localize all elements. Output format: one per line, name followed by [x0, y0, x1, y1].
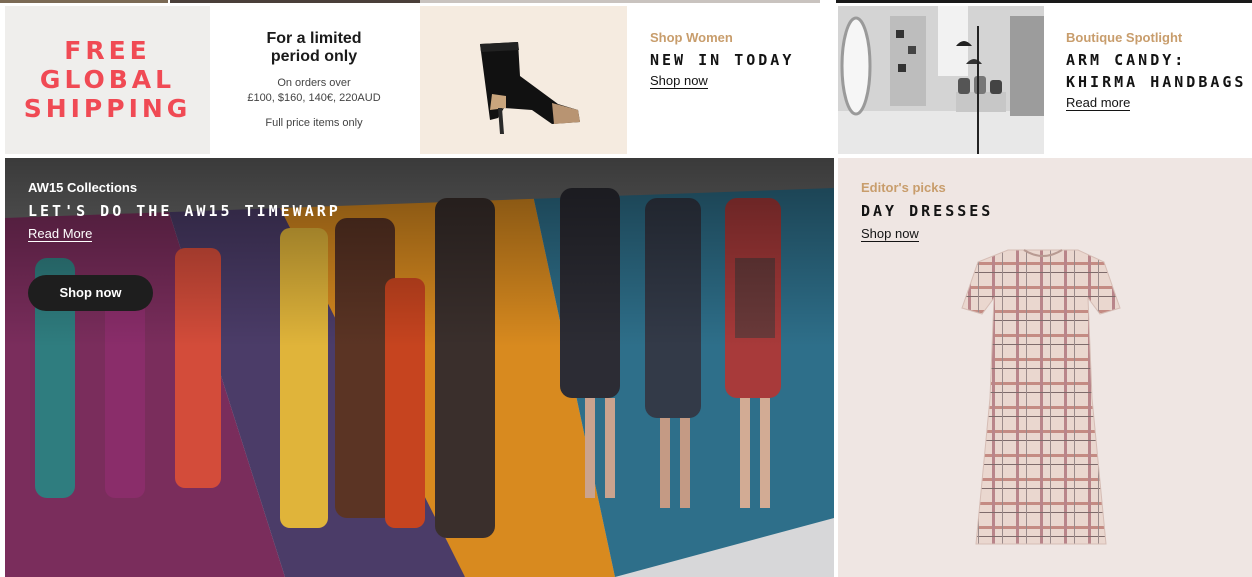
boutique-read-more-link[interactable]: Read more: [1066, 96, 1131, 111]
new-in-shop-link[interactable]: Shop now: [650, 74, 708, 89]
boutique-headline: ARM CANDY: KHIRMA HANDBAGS: [1066, 51, 1247, 91]
free-shipping-banner[interactable]: FREE GLOBAL SHIPPING: [5, 6, 210, 154]
free-shipping-text: FREE GLOBAL SHIPPING: [23, 36, 192, 123]
plaid-dress-illustration: [961, 249, 1121, 545]
new-in-headline: NEW IN TODAY: [650, 51, 795, 69]
new-in-today-panel[interactable]: Shop Women NEW IN TODAY Shop now: [628, 6, 836, 154]
boutique-spotlight-panel[interactable]: Boutique Spotlight ARM CANDY: KHIRMA HAN…: [1045, 6, 1252, 154]
strip-segment: [836, 0, 1252, 3]
ankle-boot-illustration: [480, 42, 580, 134]
strip-segment: [420, 0, 820, 3]
boutique-interior-illustration: [838, 6, 1044, 154]
strip-segment: [0, 0, 168, 3]
new-in-eyebrow: Shop Women: [650, 30, 733, 45]
boutique-eyebrow: Boutique Spotlight: [1066, 30, 1183, 45]
hero-headline: LET'S DO THE AW15 TIMEWARP: [28, 202, 341, 220]
limited-offer-heading: For a limited period only: [266, 30, 362, 65]
top-cropped-strip: [0, 0, 1252, 4]
limited-offer-conditions: On orders over £100, $160, 140€, 220AUD: [247, 77, 381, 104]
new-in-shoe-image[interactable]: [420, 6, 627, 154]
limited-offer-panel: For a limited period only On orders over…: [211, 6, 417, 154]
editors-picks-panel[interactable]: Editor's picks DAY DRESSES Shop now: [838, 158, 1252, 577]
aw15-collage-image: [5, 158, 834, 577]
limited-offer-footnote: Full price items only: [265, 117, 363, 129]
hero-read-more-link[interactable]: Read More: [28, 227, 93, 242]
strip-segment: [170, 0, 420, 3]
aw15-hero-banner[interactable]: AW15 Collections LET'S DO THE AW15 TIMEW…: [5, 158, 834, 577]
hero-eyebrow: AW15 Collections: [28, 180, 138, 195]
hero-shop-now-button[interactable]: Shop now: [28, 275, 153, 311]
boutique-image[interactable]: [838, 6, 1044, 154]
